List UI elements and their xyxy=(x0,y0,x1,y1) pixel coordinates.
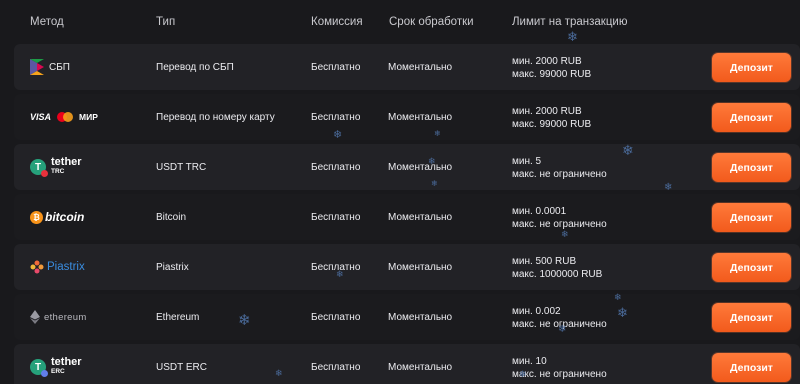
limit-max: макс. 1000000 RUB xyxy=(512,269,603,280)
limit-info: мин. 5 макс. не ограничено xyxy=(512,155,607,181)
processing-time: Моментально xyxy=(388,162,453,173)
bitcoin-icon: ₿ xyxy=(30,210,43,224)
tether-trc-logo: T tether TRC xyxy=(30,156,82,178)
snowflake-icon: ❄ xyxy=(333,129,343,141)
sbp-icon xyxy=(30,59,44,75)
header-method: Метод xyxy=(30,16,64,28)
limit-min: мин. 5 xyxy=(512,156,542,167)
limit-info: мин. 2000 RUB макс. 99000 RUB xyxy=(512,105,591,131)
limit-max: макс. не ограничено xyxy=(512,219,607,230)
snowflake-icon: ❄ xyxy=(561,229,569,239)
sbp-logo: СБП xyxy=(30,56,70,78)
fee-value: Бесплатно xyxy=(311,112,361,123)
limit-info: мин. 500 RUB макс. 1000000 RUB xyxy=(512,255,602,281)
deposit-button[interactable]: Депозит xyxy=(712,303,791,332)
snowflake-icon: ❄ xyxy=(567,29,578,44)
table-row: VISA МИР Перевод по номеру карту Бесплат… xyxy=(14,94,800,140)
bitcoin-logo: ₿ bitcoin xyxy=(30,206,84,228)
table-row: Piastrix Piastrix Бесплатно Моментально … xyxy=(14,244,800,290)
limit-min: мин. 0.0001 xyxy=(512,206,567,217)
deposit-button[interactable]: Депозит xyxy=(712,53,791,82)
snowflake-icon: ❄ xyxy=(275,368,283,378)
limit-info: мин. 0.0001 макс. не ограничено xyxy=(512,205,607,231)
header-fee: Комиссия xyxy=(311,16,363,28)
snowflake-icon: ❄ xyxy=(622,142,634,158)
processing-time: Моментально xyxy=(388,112,453,123)
deposit-button[interactable]: Депозит xyxy=(712,353,791,382)
limit-min: мин. 10 xyxy=(512,356,547,367)
tether-icon: T xyxy=(30,159,48,177)
table-row: T tether ERC USDT ERC Бесплатно Моментал… xyxy=(14,344,800,384)
limit-max: макс. 99000 RUB xyxy=(512,69,592,80)
snowflake-icon: ❄ xyxy=(558,324,567,335)
processing-time: Моментально xyxy=(388,262,453,273)
limit-max: макс. 99000 RUB xyxy=(512,119,592,130)
table-row: ₿ bitcoin Bitcoin Бесплатно Моментально … xyxy=(14,194,800,240)
fee-value: Бесплатно xyxy=(311,212,361,223)
snowflake-icon: ❄ xyxy=(434,129,441,138)
fee-value: Бесплатно xyxy=(311,162,361,173)
method-type: USDT ERC xyxy=(156,362,207,373)
snowflake-icon: ❄ xyxy=(431,179,438,188)
table-row: СБП Перевод по СБП Бесплатно Моментально… xyxy=(14,44,800,90)
deposit-button[interactable]: Депозит xyxy=(712,153,791,182)
piastrix-icon xyxy=(30,260,44,274)
fee-value: Бесплатно xyxy=(311,62,361,73)
limit-max: макс. не ограничено xyxy=(512,169,607,180)
table-row: T tether TRC USDT TRC Бесплатно Моментал… xyxy=(14,144,800,190)
visa-logo: VISA xyxy=(30,112,52,122)
ethereum-icon xyxy=(30,310,40,324)
deposit-button[interactable]: Депозит xyxy=(712,103,791,132)
mir-logo: МИР xyxy=(79,112,98,122)
deposit-button[interactable]: Депозит xyxy=(712,253,791,282)
tether-erc-logo: T tether ERC xyxy=(30,356,82,378)
mastercard-icon xyxy=(57,112,74,122)
method-type: Перевод по номеру карту xyxy=(156,112,275,123)
fee-value: Бесплатно xyxy=(311,312,361,323)
deposit-button[interactable]: Депозит xyxy=(712,203,791,232)
ethereum-logo: ethereum xyxy=(30,306,87,328)
limit-min: мин. 2000 RUB xyxy=(512,56,582,67)
table-header: Метод Тип Комиссия Срок обработки Лимит … xyxy=(0,0,800,44)
method-type: USDT TRC xyxy=(156,162,207,173)
processing-time: Моментально xyxy=(388,362,453,373)
fee-value: Бесплатно xyxy=(311,362,361,373)
limit-info: мин. 2000 RUB макс. 99000 RUB xyxy=(512,55,591,81)
snowflake-icon: ❄ xyxy=(428,156,436,166)
card-logos: VISA МИР xyxy=(30,106,98,128)
tether-icon: T xyxy=(30,359,48,377)
method-type: Piastrix xyxy=(156,262,189,273)
processing-time: Моментально xyxy=(388,62,453,73)
processing-time: Моментально xyxy=(388,312,453,323)
method-type: Ethereum xyxy=(156,312,200,323)
method-type: Bitcoin xyxy=(156,212,187,223)
snowflake-icon: ❄ xyxy=(614,292,622,302)
processing-time: Моментально xyxy=(388,212,453,223)
limit-min: мин. 500 RUB xyxy=(512,256,577,267)
method-type: Перевод по СБП xyxy=(156,62,234,73)
header-time: Срок обработки xyxy=(389,16,474,28)
piastrix-logo: Piastrix xyxy=(30,256,85,278)
limit-min: мин. 0.002 xyxy=(512,306,561,317)
table-row: ethereum Ethereum Бесплатно Моментально … xyxy=(14,294,800,340)
snowflake-icon: ❄ xyxy=(238,312,251,329)
snowflake-icon: ❄ xyxy=(664,182,673,193)
limit-min: мин. 2000 RUB xyxy=(512,106,582,117)
header-type: Тип xyxy=(156,16,176,28)
header-limit: Лимит на транзакцию xyxy=(512,16,628,28)
snowflake-icon: ❄ xyxy=(617,305,628,320)
snowflake-icon: ❄ xyxy=(336,269,344,279)
snowflake-icon: ❄ xyxy=(519,369,527,379)
